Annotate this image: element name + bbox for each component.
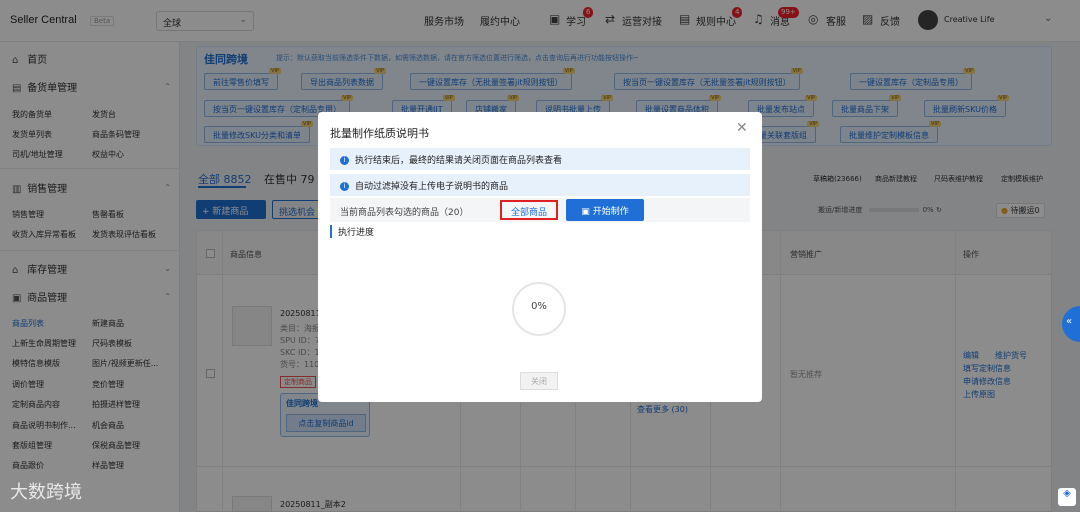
- info-note: i 自动过滤掉没有上传电子说明书的商品: [330, 174, 750, 196]
- all-products-button[interactable]: 全部商品: [500, 200, 558, 220]
- info-note: i 执行结束后，最终的结果请关闭页面在商品列表查看: [330, 148, 750, 170]
- watermark-logo: 大数跨境: [10, 482, 82, 503]
- info-note-text: 自动过滤掉没有上传电子说明书的商品: [355, 182, 509, 192]
- selected-count-label: 当前商品列表勾选的商品（20）: [340, 208, 469, 218]
- save-icon: ▣: [581, 207, 590, 217]
- info-icon: i: [340, 156, 349, 165]
- start-button-label: 开始制作: [592, 207, 629, 217]
- help-icon[interactable]: ◈: [1058, 488, 1076, 506]
- modal-title: 批量制作纸质说明书: [330, 127, 429, 140]
- progress-section-title: 执行进度: [330, 225, 374, 238]
- info-icon: i: [340, 182, 349, 191]
- selection-row: 当前商品列表勾选的商品（20） 全部商品 ▣ 开始制作: [330, 198, 750, 222]
- close-button[interactable]: 关闭: [520, 372, 558, 390]
- close-icon[interactable]: ✕: [736, 120, 748, 136]
- start-button[interactable]: ▣ 开始制作: [566, 199, 644, 221]
- instruction-manual-modal: 批量制作纸质说明书 ✕ i 执行结束后，最终的结果请关闭页面在商品列表查看 i 自动…: [318, 112, 762, 402]
- info-note-text: 执行结束后，最终的结果请关闭页面在商品列表查看: [355, 156, 563, 166]
- progress-percent: 0%: [531, 301, 547, 312]
